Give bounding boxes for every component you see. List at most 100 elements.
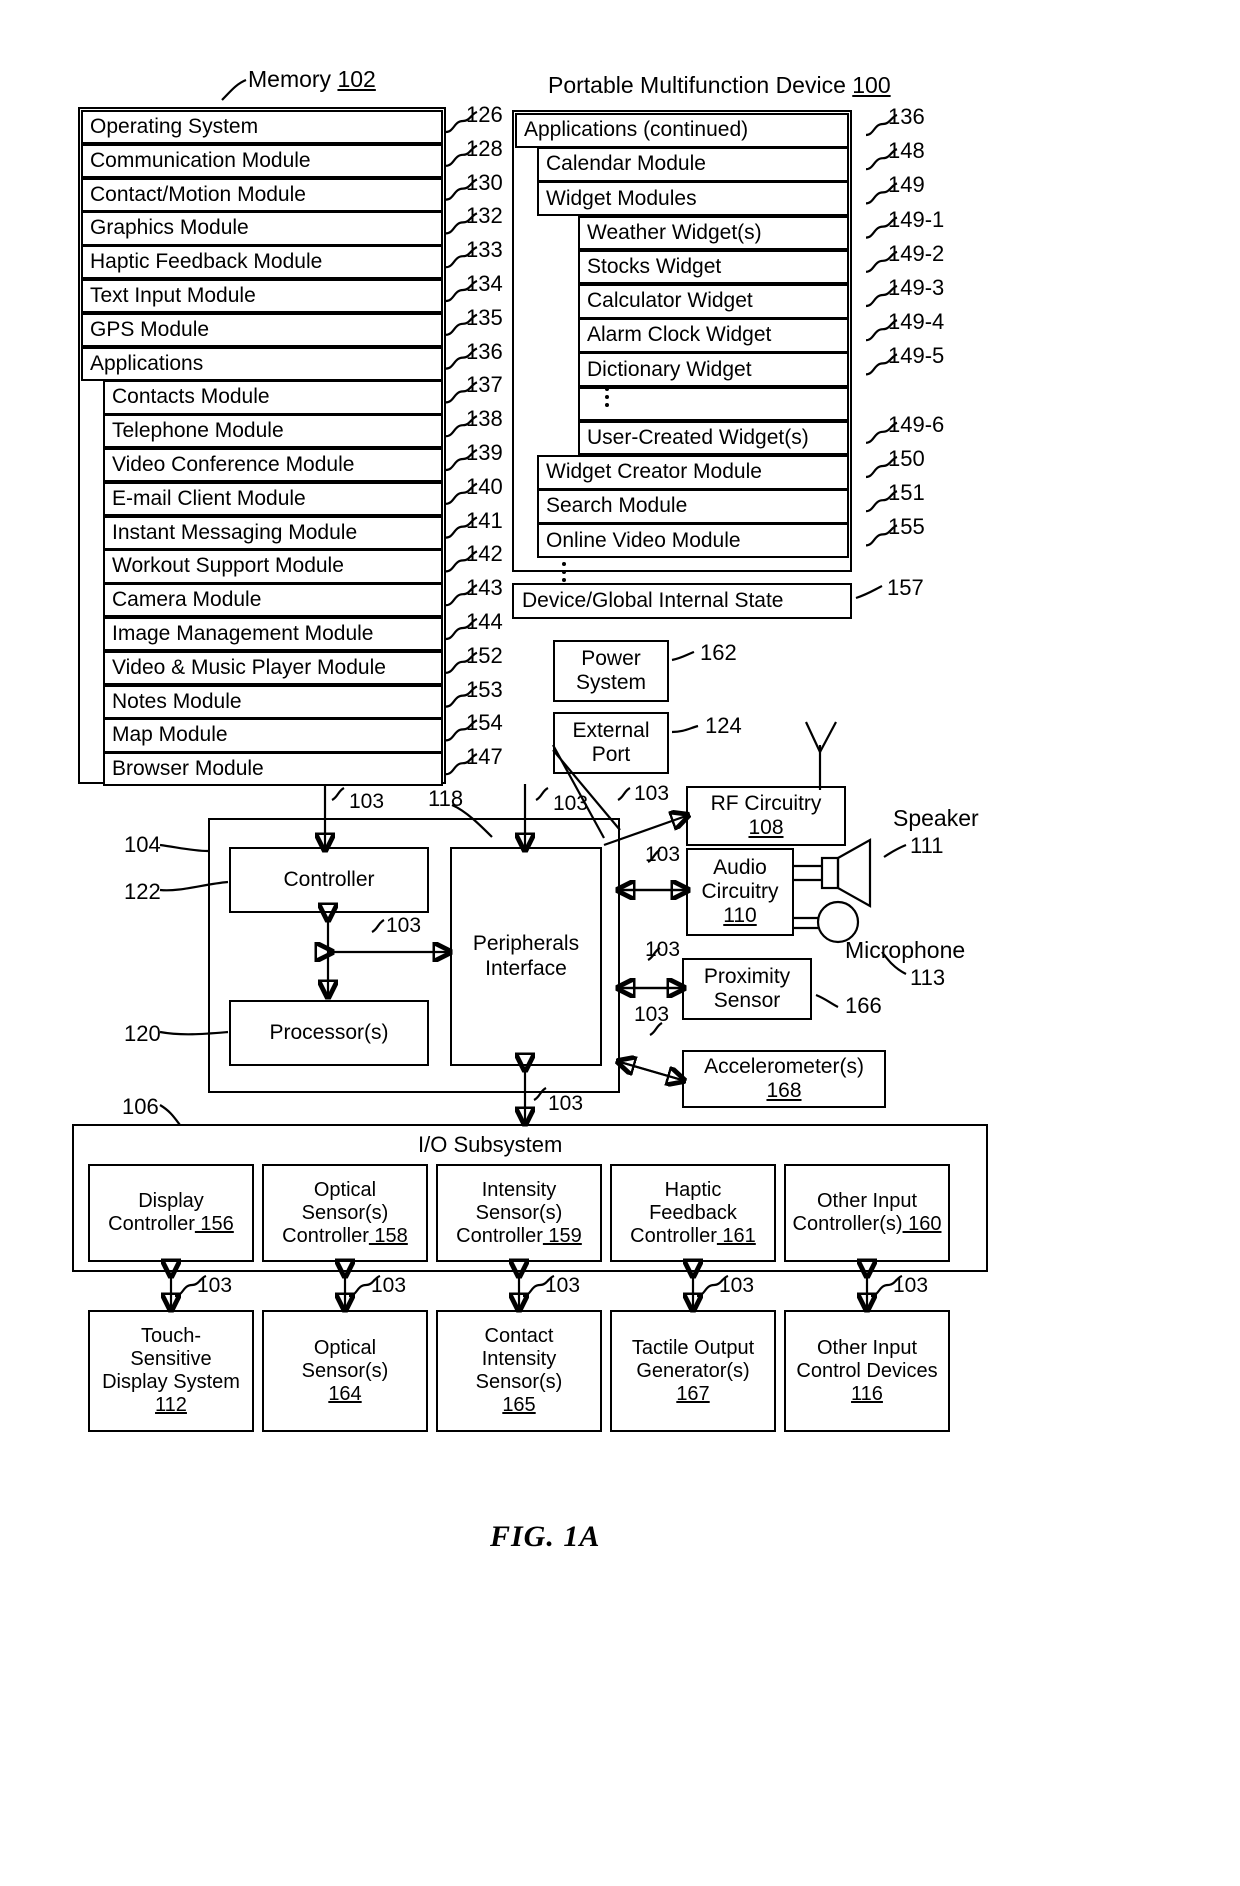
io-device-line1: Touch- [140, 1325, 202, 1347]
peripherals-line2: Interface [485, 956, 567, 980]
power-system-line2: System [575, 671, 646, 694]
memory-row-label: Instant Messaging Module [112, 520, 358, 544]
memory-row: Communication Module [81, 143, 443, 178]
memory-ref-text: 136 [466, 338, 503, 364]
ref-106: 106 [122, 1094, 159, 1120]
io-controller-lastline: Controller 158 [282, 1225, 408, 1248]
accelerometer-num: 168 [766, 1079, 802, 1102]
bus-103-text: 103 [719, 1274, 755, 1297]
external-port-block: External Port [553, 712, 669, 774]
applications-ellipsis [557, 558, 571, 586]
audio-circuitry-line2: Circuitry [701, 879, 779, 903]
power-system-block: Power System [553, 640, 669, 702]
memory-row-label: Workout Support Module [112, 554, 344, 578]
applications-row-label: Calculator Widget [587, 289, 753, 313]
memory-row: Text Input Module [81, 279, 443, 314]
rf-circuitry-num: 108 [748, 816, 784, 839]
applications-ref: 136 [888, 104, 925, 130]
applications-ref: 149-5 [888, 343, 944, 369]
applications-row: Widget Modules [537, 181, 849, 216]
ref-106-text: 106 [122, 1094, 159, 1119]
bus-103-text: 103 [386, 914, 422, 937]
memory-ref: 154 [466, 710, 503, 736]
bus-103-label: 103 [548, 1092, 583, 1116]
memory-ref: 130 [466, 170, 503, 196]
accelerometer-block: Accelerometer(s) 168 [682, 1050, 886, 1108]
external-port-line2: Port [591, 743, 631, 766]
applications-row: Applications (continued) [515, 113, 849, 148]
memory-row-label: Video & Music Player Module [112, 655, 386, 679]
applications-row-label: Weather Widget(s) [587, 220, 762, 244]
io-controller-block: Other Input Controller(s) 160 [784, 1164, 950, 1262]
ref-162-text: 162 [700, 640, 737, 665]
memory-ref-text: 126 [466, 102, 503, 127]
bus-103-label: 103 [349, 790, 384, 814]
io-subsystem-label-text: I/O Subsystem [418, 1132, 563, 1157]
io-controller-line3: Controller [630, 1224, 717, 1247]
memory-ref-text: 128 [466, 135, 503, 161]
memory-row: Contacts Module [103, 380, 443, 415]
io-controller-num: 161 [716, 1224, 756, 1247]
bus-103-label: 103 [893, 1274, 928, 1298]
bus-103-label: 103 [645, 938, 680, 962]
io-controller-line1: Other Input [816, 1190, 918, 1212]
applications-ref: 149-3 [888, 275, 944, 301]
applications-row: Calendar Module [537, 147, 849, 182]
io-controller-lastline: Controller(s) 160 [793, 1213, 942, 1236]
bus-103-label: 103 [386, 914, 421, 938]
bus-103-text: 103 [634, 1003, 670, 1026]
memory-row-label: Text Input Module [90, 284, 256, 308]
io-device-block: Touch- Sensitive Display System 112 [88, 1310, 254, 1432]
bus-103-label: 103 [371, 1274, 406, 1298]
audio-circuitry-line1: Audio [713, 855, 767, 879]
ref-162: 162 [700, 640, 737, 666]
rf-circuitry-label: RF Circuitry [710, 791, 822, 815]
memory-row: Notes Module [103, 684, 443, 719]
memory-row-label: Graphics Module [90, 216, 249, 240]
io-device-line1: Other Input [816, 1336, 918, 1359]
memory-ref: 133 [466, 237, 503, 263]
memory-row: E-mail Client Module [103, 481, 443, 516]
io-controller-line1: Optical [313, 1178, 377, 1201]
memory-ref-text: 142 [466, 541, 503, 567]
io-controller-line1: Display [138, 1190, 204, 1212]
ref-120: 120 [124, 1021, 161, 1047]
io-controller-line1: Intensity [481, 1178, 557, 1201]
controller-label: Controller [283, 867, 375, 891]
memory-row: Contact/Motion Module [81, 177, 443, 212]
bus-103-label: 103 [545, 1274, 580, 1298]
io-device-num: 116 [851, 1382, 883, 1405]
memory-title-ref: 102 [337, 66, 376, 92]
memory-row: Workout Support Module [103, 549, 443, 584]
applications-ref-text: 150 [888, 446, 925, 471]
memory-ref-text: 132 [466, 203, 503, 229]
memory-title: Memory 102 [248, 66, 376, 93]
io-device-line2: Sensitive [130, 1348, 212, 1370]
io-device-block: Contact Intensity Sensor(s) 165 [436, 1310, 602, 1432]
memory-ref: 134 [466, 271, 503, 297]
memory-ref: 143 [466, 575, 503, 601]
applications-row [578, 386, 849, 422]
io-controller-lastline: Controller 159 [456, 1225, 582, 1248]
memory-ref: 128 [466, 136, 503, 162]
io-controller-num: 160 [902, 1213, 942, 1235]
ref-157-text: 157 [887, 575, 924, 600]
io-controller-num: 158 [368, 1224, 408, 1247]
io-device-line1: Optical [313, 1336, 377, 1359]
applications-row-label: Dictionary Widget [587, 357, 752, 381]
io-device-block: Tactile Output Generator(s) 167 [610, 1310, 776, 1432]
bus-103-label: 103 [719, 1274, 754, 1298]
device-title: Portable Multifunction Device 100 [548, 72, 891, 99]
memory-ref-text: 133 [466, 237, 503, 263]
memory-ref-text: 153 [466, 676, 503, 702]
bus-103-text: 103 [553, 792, 589, 815]
bus-103-text: 103 [349, 790, 385, 813]
memory-ref: 138 [466, 406, 503, 432]
memory-row-label: Applications [90, 351, 204, 375]
patent-figure-1a: Memory 102 Portable Multifunction Device… [0, 0, 1240, 1886]
applications-ref-text: 149-6 [888, 411, 945, 437]
memory-row-label: Telephone Module [112, 419, 284, 443]
memory-row-label: E-mail Client Module [112, 486, 306, 510]
processors-block: Processor(s) [229, 1000, 429, 1066]
memory-row: Haptic Feedback Module [81, 245, 443, 280]
